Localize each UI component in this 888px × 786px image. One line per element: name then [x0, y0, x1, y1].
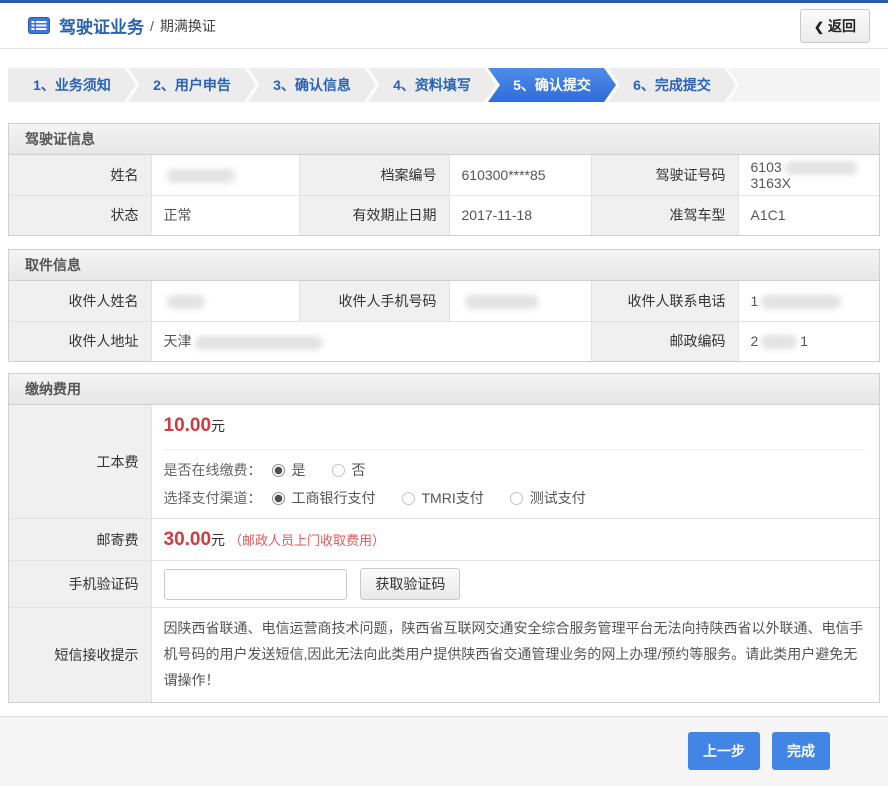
name-label: 姓名: [9, 155, 151, 195]
redacted-address: [195, 336, 323, 350]
radio-unchecked-icon: [402, 492, 415, 505]
recipient-mobile-value: [449, 281, 591, 321]
payment-header: 缴纳费用: [9, 374, 879, 405]
finish-button[interactable]: 完成: [772, 732, 830, 770]
wizard-step-1: 1、业务须知: [8, 68, 136, 102]
vehicle-class-value: A1C1: [738, 195, 879, 235]
pickup-info-header: 取件信息: [9, 250, 879, 281]
redacted-license-no: [785, 161, 857, 175]
wizard-step-2: 2、用户申告: [128, 68, 256, 102]
file-no-value: 610300****85: [449, 155, 591, 195]
online-pay-row: 是否在线缴费： 是 否: [164, 460, 880, 480]
address-label: 收件人地址: [9, 321, 151, 361]
radio-checked-icon: [272, 492, 285, 505]
radio-channel-icbc[interactable]: 工商银行支付: [272, 488, 376, 508]
back-button-label: 返回: [828, 18, 856, 34]
online-pay-label: 是否在线缴费：: [164, 460, 262, 480]
redacted-mobile: [465, 295, 539, 309]
license-info-table: 姓名 档案编号 610300****85 驾驶证号码 61033163X 状态 …: [9, 155, 879, 235]
radio-channel-tmri[interactable]: TMRI支付: [402, 488, 484, 508]
table-row: 收件人地址 天津 邮政编码 21: [9, 321, 879, 361]
license-no-value: 61033163X: [738, 155, 879, 195]
wizard-step-6: 6、完成提交: [608, 68, 736, 102]
work-fee-label: 工本费: [9, 405, 151, 519]
wizard-filler: [728, 68, 880, 102]
sms-tip-text: 因陕西省联通、电信运营商技术问题，陕西省互联网交通安全综合服务管理平台无法向持陕…: [151, 608, 879, 702]
footer-bar: 上一步 完成: [0, 716, 888, 786]
pay-channel-row: 选择支付渠道： 工商银行支付 TMRI支付 测试支付: [164, 488, 880, 508]
back-button[interactable]: ❮ 返回: [800, 9, 870, 43]
recipient-name-value: [151, 281, 299, 321]
step-wizard: 1、业务须知 2、用户申告 3、确认信息 4、资料填写 5、确认提交 6、完成提…: [8, 68, 880, 102]
name-value: [151, 155, 299, 195]
file-no-label: 档案编号: [299, 155, 449, 195]
license-info-section: 驾驶证信息 姓名 档案编号 610300****85 驾驶证号码 6103316…: [8, 123, 880, 236]
table-row: 状态 正常 有效期止日期 2017-11-18 准驾车型 A1C1: [9, 195, 879, 235]
radio-checked-icon: [272, 464, 285, 477]
address-value: 天津: [151, 321, 591, 361]
pickup-info-table: 收件人姓名 收件人手机号码 收件人联系电话 1 收件人地址 天津 邮政编码 21: [9, 281, 879, 361]
get-code-button[interactable]: 获取验证码: [360, 568, 460, 600]
redacted-name: [167, 169, 235, 183]
radio-channel-test[interactable]: 测试支付: [510, 488, 586, 508]
breadcrumb-separator: /: [150, 18, 154, 34]
table-row: 工本费 10.00元 是否在线缴费： 是 否 选择支付渠道： 工商银行支付 TM…: [9, 405, 879, 519]
postcode-value: 21: [738, 321, 879, 361]
mail-fee-cell: 30.00元（邮政人员上门收取费用）: [151, 519, 879, 561]
mail-fee-label: 邮寄费: [9, 519, 151, 561]
status-label: 状态: [9, 195, 151, 235]
vehicle-class-label: 准驾车型: [591, 195, 738, 235]
wizard-step-4: 4、资料填写: [368, 68, 496, 102]
sms-tip-label: 短信接收提示: [9, 608, 151, 702]
breadcrumb-current: 期满换证: [160, 16, 216, 36]
redacted-recipient-name: [167, 295, 205, 309]
pickup-info-section: 取件信息 收件人姓名 收件人手机号码 收件人联系电话 1 收件人地址 天津 邮政…: [8, 249, 880, 362]
recipient-tel-value: 1: [738, 281, 879, 321]
payment-table: 工本费 10.00元 是否在线缴费： 是 否 选择支付渠道： 工商银行支付 TM…: [9, 405, 879, 702]
recipient-mobile-label: 收件人手机号码: [299, 281, 449, 321]
valid-until-value: 2017-11-18: [449, 195, 591, 235]
radio-unchecked-icon: [332, 464, 345, 477]
recipient-tel-label: 收件人联系电话: [591, 281, 738, 321]
sms-code-cell: 获取验证码: [151, 561, 879, 608]
previous-step-button[interactable]: 上一步: [688, 732, 760, 770]
license-info-header: 驾驶证信息: [9, 124, 879, 155]
table-row: 邮寄费 30.00元（邮政人员上门收取费用）: [9, 519, 879, 561]
page-title: 驾驶证业务: [59, 13, 144, 38]
payment-section: 缴纳费用 工本费 10.00元 是否在线缴费： 是 否 选择支付渠道： 工商银行…: [8, 373, 880, 703]
divider: [164, 449, 865, 450]
table-row: 短信接收提示 因陕西省联通、电信运营商技术问题，陕西省互联网交通安全综合服务管理…: [9, 608, 879, 702]
work-fee-amount: 10.00元: [164, 415, 880, 437]
table-row: 姓名 档案编号 610300****85 驾驶证号码 61033163X: [9, 155, 879, 195]
status-value: 正常: [151, 195, 299, 235]
redacted-tel: [761, 295, 841, 309]
redacted-postcode: [761, 335, 797, 349]
radio-unchecked-icon: [510, 492, 523, 505]
postcode-label: 邮政编码: [591, 321, 738, 361]
recipient-name-label: 收件人姓名: [9, 281, 151, 321]
sms-code-label: 手机验证码: [9, 561, 151, 608]
license-no-label: 驾驶证号码: [591, 155, 738, 195]
radio-online-no[interactable]: 否: [332, 460, 366, 480]
wizard-step-5-active: 5、确认提交: [488, 68, 616, 102]
table-row: 手机验证码 获取验证码: [9, 561, 879, 608]
chevron-left-icon: ❮: [814, 20, 824, 34]
list-icon: [28, 17, 50, 34]
valid-until-label: 有效期止日期: [299, 195, 449, 235]
radio-online-yes[interactable]: 是: [272, 460, 306, 480]
work-fee-cell: 10.00元 是否在线缴费： 是 否 选择支付渠道： 工商银行支付 TMRI支付…: [151, 405, 879, 519]
sms-code-input[interactable]: [164, 569, 347, 600]
mail-fee-note: （邮政人员上门收取费用）: [229, 533, 385, 548]
pay-channel-label: 选择支付渠道：: [164, 488, 262, 508]
table-row: 收件人姓名 收件人手机号码 收件人联系电话 1: [9, 281, 879, 321]
wizard-step-3: 3、确认信息: [248, 68, 376, 102]
page-header: 驾驶证业务 / 期满换证 ❮ 返回: [0, 3, 888, 49]
